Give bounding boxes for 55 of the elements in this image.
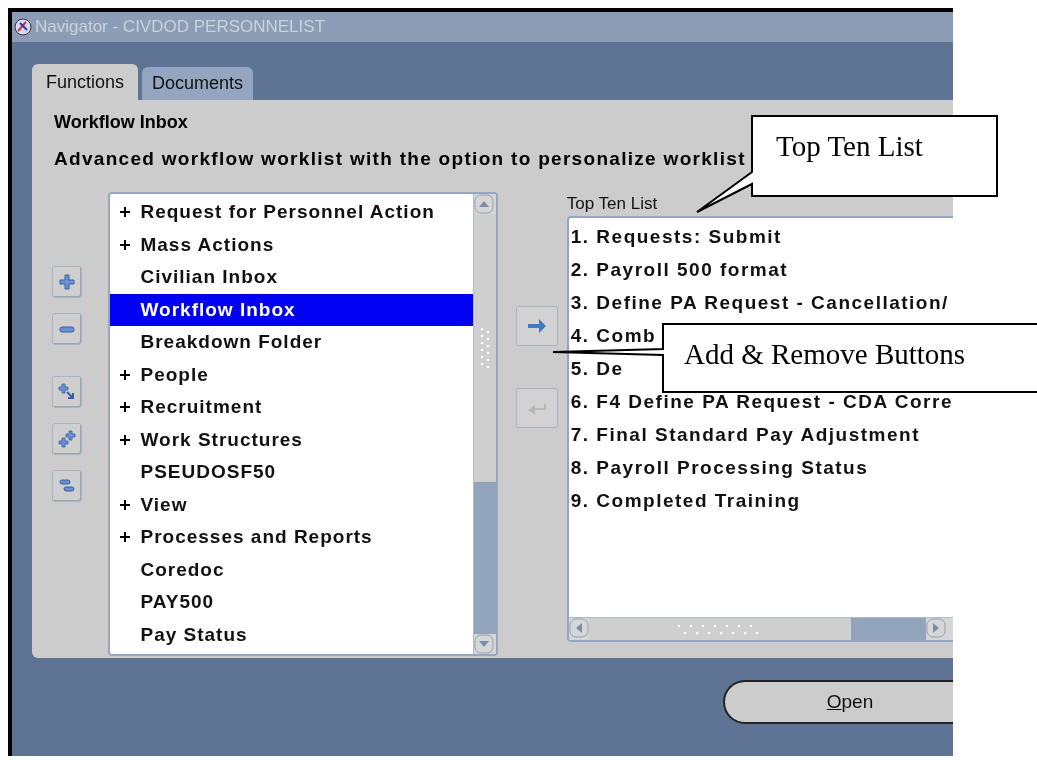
list-item[interactable]: 7. Final Standard Pay Adjustment (570, 424, 920, 446)
list-item[interactable]: Pay Status (110, 618, 474, 651)
add-button[interactable] (516, 306, 559, 346)
list-label: Top Ten List (566, 194, 659, 215)
list-item[interactable]: Processes and Reports (110, 521, 474, 554)
list-item[interactable]: PSEUDOSF50 (110, 456, 474, 489)
list-item[interactable]: 3. Define PA Request - Cancellation/ (570, 292, 949, 314)
list-item[interactable]: Civilian Inbox (110, 261, 474, 294)
list-item[interactable]: 4. Comb (570, 325, 657, 347)
list-item[interactable]: 1. Requests: Submit (570, 226, 782, 248)
list-item[interactable]: Work Structures (110, 423, 474, 456)
scroll-thumb[interactable] (588, 618, 852, 640)
callout-text: Top Ten List (776, 130, 923, 163)
list-item[interactable]: Breakdown Folder (110, 326, 474, 359)
tab[interactable]: Functions (32, 64, 139, 100)
list-item[interactable]: Request for Personnel Action (110, 196, 474, 229)
tree-button[interactable] (52, 470, 82, 502)
plus-icon (120, 369, 131, 380)
tab[interactable]: Documents (142, 67, 254, 100)
description-text: Advanced workflow worklist with the option to personalize worklist (54, 148, 746, 171)
tree-button[interactable] (52, 376, 82, 408)
plus-icon (120, 434, 131, 445)
plus-icon (120, 207, 131, 218)
list-item[interactable]: Workflow Inbox (110, 293, 474, 326)
list-item[interactable]: Recruitment (110, 391, 474, 424)
list-item[interactable]: Coredoc (110, 553, 474, 586)
double-minus-icon (58, 477, 76, 495)
plus-icon (120, 239, 131, 250)
double-plus-icon (58, 430, 76, 448)
plus-icon (120, 532, 131, 543)
callout-text: Add & Remove Buttons (684, 338, 966, 371)
list-item[interactable]: 9. Completed Training (570, 490, 801, 512)
right-arrow-icon (526, 316, 549, 336)
scroll-thumb[interactable] (474, 214, 497, 483)
scroll-bar[interactable] (568, 617, 953, 640)
tree-button[interactable] (52, 313, 82, 345)
list-item[interactable]: 6. F4 Define PA Request - CDA Corre (570, 391, 953, 413)
open-button[interactable]: Open (723, 680, 953, 724)
list-item[interactable]: View (110, 488, 474, 521)
list-item[interactable]: PAY500 (110, 586, 474, 619)
tree-button[interactable] (52, 266, 82, 298)
list-item[interactable]: Mass Actions (110, 228, 474, 261)
plus-arrow-icon (58, 383, 76, 401)
scroll-bar[interactable] (473, 194, 497, 654)
list-item[interactable]: 5. De (570, 358, 624, 380)
window-title: Navigator - CIVDOD PERSONNELIST (35, 17, 325, 37)
list-item[interactable]: 2. Payroll 500 format (570, 259, 789, 281)
tree-button[interactable] (52, 423, 82, 455)
plus-icon (58, 273, 76, 291)
list-item[interactable]: 8. Payroll Processing Status (570, 457, 869, 479)
list-item[interactable]: People (110, 358, 474, 391)
plus-icon (120, 499, 131, 510)
app-icon (14, 18, 32, 36)
plus-icon (120, 402, 131, 413)
section-heading: Workflow Inbox (54, 112, 188, 134)
